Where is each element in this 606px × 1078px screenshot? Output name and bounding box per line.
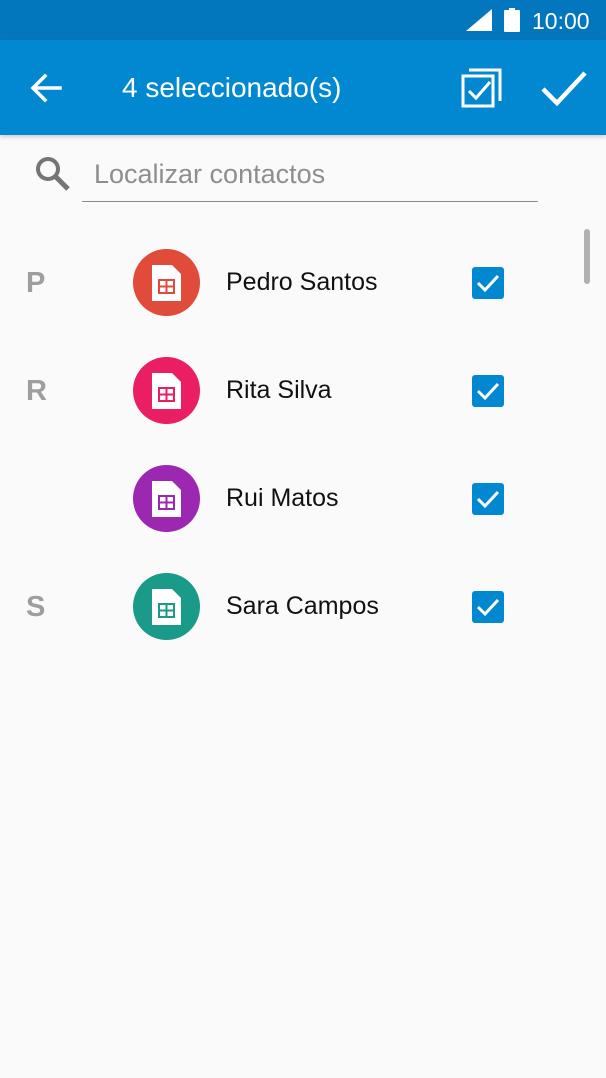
checkmark-icon bbox=[476, 490, 500, 509]
checkmark-icon bbox=[476, 274, 500, 293]
check-icon[interactable] bbox=[540, 68, 588, 108]
search-input[interactable] bbox=[82, 148, 538, 202]
status-bar: 10:00 bbox=[0, 0, 606, 40]
section-letter bbox=[26, 479, 66, 519]
section-letter: P bbox=[26, 267, 46, 299]
avatar bbox=[133, 573, 200, 640]
section-letter: S bbox=[26, 591, 46, 623]
contact-name: Pedro Santos bbox=[226, 268, 378, 296]
contact-name: Rita Silva bbox=[226, 376, 332, 404]
signal-icon bbox=[466, 9, 492, 31]
contact-row-rita-silva[interactable]: R Rita Silva bbox=[0, 341, 606, 449]
section-letter: R bbox=[26, 375, 47, 407]
contact-checkbox[interactable] bbox=[472, 375, 504, 407]
avatar bbox=[133, 465, 200, 532]
sim-card-icon bbox=[152, 265, 181, 301]
sim-card-icon bbox=[152, 481, 181, 517]
contact-row-rui-matos[interactable]: Rui Matos bbox=[0, 449, 606, 557]
search-icon bbox=[36, 157, 70, 191]
avatar bbox=[133, 357, 200, 424]
contact-checkbox[interactable] bbox=[472, 267, 504, 299]
checkmark-icon bbox=[476, 598, 500, 617]
avatar bbox=[133, 249, 200, 316]
selection-count-title: 4 seleccionado(s) bbox=[122, 72, 342, 103]
battery-icon bbox=[504, 8, 520, 32]
contact-checkbox[interactable] bbox=[472, 591, 504, 623]
contact-row-sara-campos[interactable]: S Sara Campos bbox=[0, 557, 606, 665]
contact-row-pedro-santos[interactable]: P Pedro Santos bbox=[0, 233, 606, 341]
sim-card-icon bbox=[152, 589, 181, 625]
arrow-back-icon[interactable] bbox=[28, 71, 64, 105]
checkmark-icon bbox=[476, 382, 500, 401]
app-bar: 4 seleccionado(s) bbox=[0, 40, 606, 135]
contact-checkbox[interactable] bbox=[472, 483, 504, 515]
contact-name: Rui Matos bbox=[226, 484, 339, 512]
contact-name: Sara Campos bbox=[226, 592, 379, 620]
sim-card-icon bbox=[152, 373, 181, 409]
status-clock: 10:00 bbox=[532, 8, 590, 34]
select-all-icon[interactable] bbox=[460, 68, 502, 108]
